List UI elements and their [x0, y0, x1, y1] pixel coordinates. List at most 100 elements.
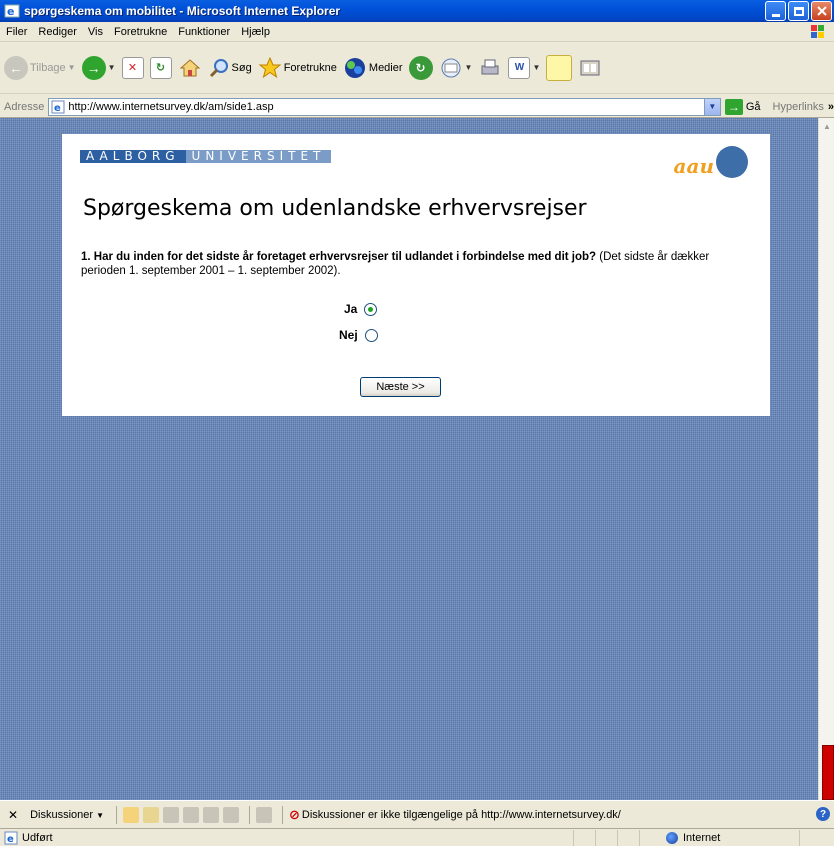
status-cell-empty: [596, 829, 618, 846]
menu-bar: Filer Rediger Vis Foretrukne Funktioner …: [0, 22, 834, 42]
chevron-down-icon: ▼: [107, 63, 116, 72]
vertical-scrollbar[interactable]: ▲: [818, 118, 834, 800]
status-cell-empty: [618, 829, 640, 846]
messenger-icon: [580, 60, 600, 75]
maximize-button[interactable]: [788, 1, 809, 21]
chevron-down-icon: ▼: [708, 102, 717, 111]
window-title: spørgeskema om mobilitet - Microsoft Int…: [24, 4, 341, 18]
forward-button[interactable]: → ▼: [81, 52, 116, 84]
address-input[interactable]: e http://www.internetsurvey.dk/am/side1.…: [48, 97, 721, 116]
media-icon: [344, 57, 365, 78]
option-ja[interactable]: Ja: [344, 302, 378, 316]
discussion-collapse-icon[interactable]: [223, 806, 240, 823]
notes-button[interactable]: [546, 52, 573, 84]
go-arrow-icon: →: [724, 98, 743, 115]
standard-toolbar: ← Tilbage ▼ → ▼ ✕ ↻ Søg Foretrukne Medie: [0, 42, 834, 94]
windows-logo-icon: [811, 25, 824, 38]
history-icon: ↻: [408, 55, 433, 80]
discussion-reply-icon[interactable]: [143, 806, 160, 823]
stop-button[interactable]: ✕: [121, 52, 144, 84]
survey-page: AALBORG UNIVERSITET aau Spørgeskema om u…: [62, 134, 770, 416]
svg-text:e: e: [7, 5, 14, 18]
university-banner: AALBORG UNIVERSITET: [80, 150, 332, 163]
star-icon: [258, 56, 282, 78]
globe-icon: [666, 831, 678, 844]
menu-tools[interactable]: Funktioner: [178, 26, 230, 38]
aau-logo-icon: [716, 146, 748, 178]
refresh-icon: ↻: [149, 56, 172, 79]
menu-file[interactable]: Filer: [6, 26, 27, 38]
search-button[interactable]: Søg: [208, 52, 252, 84]
status-bar: e Udført Internet: [0, 828, 834, 846]
scroll-up-icon[interactable]: ▲: [819, 118, 834, 134]
mail-button[interactable]: ▼: [439, 52, 473, 84]
edit-button[interactable]: W ▼: [508, 52, 540, 84]
radio-selected-dot: [368, 306, 374, 312]
status-cell-empty: [574, 829, 596, 846]
page-icon: e: [51, 100, 65, 114]
home-icon: [179, 58, 200, 76]
discussion-expand-icon[interactable]: [203, 806, 220, 823]
chevron-down-icon: ▼: [464, 63, 473, 72]
page-title: Spørgeskema om udenlandske erhvervsrejse…: [83, 196, 587, 221]
radio-nej[interactable]: [364, 328, 378, 342]
next-button[interactable]: Næste >>: [360, 377, 441, 397]
chevron-down-icon: ▼: [67, 63, 76, 72]
note-icon: [546, 54, 573, 81]
close-icon[interactable]: ✕: [8, 808, 18, 822]
discussion-bar: ✕ Diskussioner ▼ ⊘ Diskussioner er ikke …: [0, 800, 834, 828]
stop-icon: ✕: [121, 56, 144, 79]
svg-text:e: e: [54, 103, 61, 114]
discussion-message: Diskussioner er ikke tilgængelige på htt…: [301, 808, 621, 821]
separator: [116, 805, 118, 824]
menu-view[interactable]: Vis: [88, 26, 103, 38]
printer-icon: [481, 59, 499, 74]
discussions-button[interactable]: Diskussioner ▼: [30, 809, 104, 821]
research-button[interactable]: [578, 52, 602, 84]
discussion-delete-icon[interactable]: [183, 806, 200, 823]
search-icon: [209, 58, 228, 77]
side-tab: [822, 745, 834, 800]
close-button[interactable]: [811, 1, 832, 21]
svg-text:e: e: [7, 834, 14, 845]
back-arrow-icon: ←: [4, 55, 28, 80]
history-button[interactable]: ↻: [408, 52, 433, 84]
zone-cell: Internet: [640, 829, 800, 846]
chevron-right-icon[interactable]: »: [828, 101, 834, 113]
home-button[interactable]: [178, 52, 202, 84]
forward-arrow-icon: →: [81, 55, 106, 80]
address-dropdown-button[interactable]: ▼: [703, 98, 720, 115]
menu-help[interactable]: Hjælp: [241, 26, 270, 38]
discussion-new-icon[interactable]: [123, 806, 140, 823]
word-icon: W: [508, 56, 531, 79]
chevron-down-icon: ▼: [96, 810, 105, 820]
media-button[interactable]: Medier: [343, 52, 403, 84]
favorites-button[interactable]: Foretrukne: [258, 52, 337, 84]
links-button[interactable]: Hyperlinks: [773, 101, 824, 113]
window-titlebar: e spørgeskema om mobilitet - Microsoft I…: [0, 0, 834, 22]
print-button[interactable]: [478, 52, 502, 84]
close-icon: [816, 6, 827, 16]
mail-icon: [441, 58, 461, 77]
menu-favorites[interactable]: Foretrukne: [114, 26, 167, 38]
separator: [249, 805, 251, 824]
go-button[interactable]: → Gå: [724, 98, 761, 115]
menu-edit[interactable]: Rediger: [38, 26, 77, 38]
minimize-button[interactable]: [765, 1, 786, 21]
radio-ja[interactable]: [364, 302, 378, 316]
help-icon[interactable]: ?: [816, 807, 830, 821]
unavailable-icon: ⊘: [289, 806, 300, 822]
discussion-edit-icon[interactable]: [163, 806, 180, 823]
option-nej[interactable]: Nej: [339, 328, 378, 342]
chevron-down-icon: ▼: [532, 63, 541, 72]
discussion-pane-icon[interactable]: [256, 806, 273, 823]
address-bar: Adresse e http://www.internetsurvey.dk/a…: [0, 96, 834, 118]
address-url: http://www.internetsurvey.dk/am/side1.as…: [68, 100, 274, 113]
refresh-button[interactable]: ↻: [149, 52, 172, 84]
page-done-icon: e: [4, 831, 18, 845]
aau-logo: aau: [674, 146, 748, 178]
separator: [282, 805, 284, 824]
back-button[interactable]: ← Tilbage ▼: [4, 52, 76, 84]
status-text-cell: e Udført: [0, 829, 574, 846]
ie-icon: e: [4, 4, 20, 18]
